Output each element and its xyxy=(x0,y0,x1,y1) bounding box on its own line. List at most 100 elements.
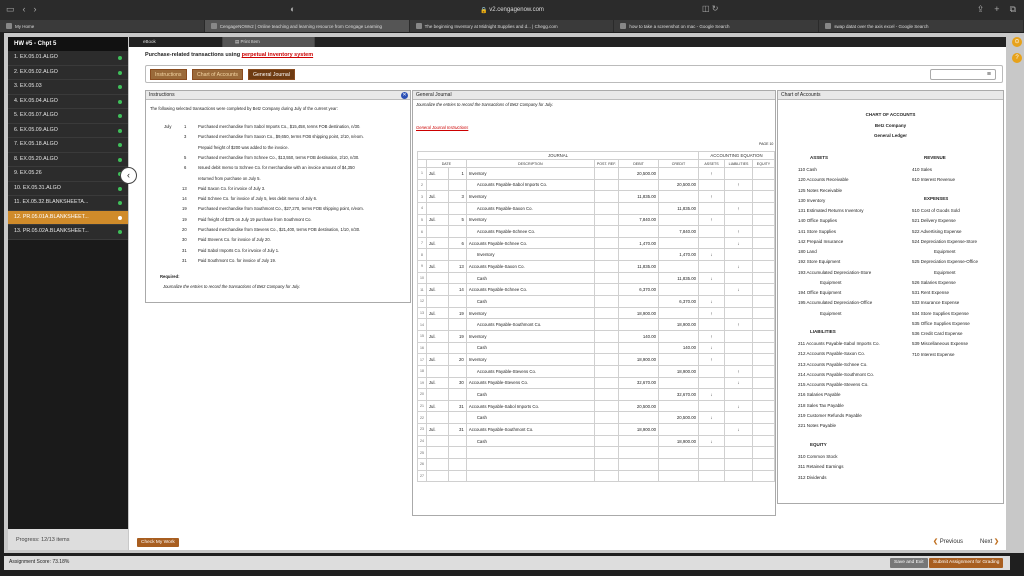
credit-amount[interactable]: 1,470.00 xyxy=(658,248,699,262)
tabs-overview-icon[interactable]: ⧉ xyxy=(1010,4,1016,15)
sidebar-item[interactable]: 3. EX.05.03 xyxy=(8,80,128,95)
liabilities-arrow[interactable]: ↑ xyxy=(724,201,753,215)
credit-amount[interactable]: 140.00 xyxy=(658,341,699,355)
credit-amount[interactable] xyxy=(658,213,699,227)
credit-amount[interactable]: 11,835.00 xyxy=(658,271,699,285)
assets-arrow[interactable]: ↑ xyxy=(698,167,725,180)
assets-arrow[interactable]: ↑ xyxy=(698,190,725,203)
equity-arrow[interactable] xyxy=(752,423,775,436)
debit-amount[interactable]: 18,900.00 xyxy=(618,423,659,436)
date-month[interactable] xyxy=(425,341,449,355)
date-day[interactable]: 19 xyxy=(447,306,467,320)
assets-arrow[interactable]: ↓ xyxy=(698,388,725,401)
debit-amount[interactable]: 11,835.00 xyxy=(618,260,659,273)
url-bar[interactable]: ▭ ‹ › ◐ 🔒 v2.cengagenow.com ◫ ↻ ⇪ + ⧉ xyxy=(0,0,1024,20)
equity-arrow[interactable] xyxy=(752,190,775,203)
account-description[interactable] xyxy=(465,469,595,483)
url-text[interactable]: v2.cengagenow.com xyxy=(489,7,544,13)
equity-arrow[interactable] xyxy=(752,167,775,180)
liabilities-arrow[interactable]: ↑ xyxy=(724,178,753,192)
date-day[interactable] xyxy=(447,388,467,401)
date-day[interactable] xyxy=(447,458,467,471)
liabilities-arrow[interactable]: ↑ xyxy=(724,364,753,378)
debit-amount[interactable]: 1,470.00 xyxy=(618,236,659,250)
post-ref[interactable] xyxy=(593,423,620,436)
layout-switcher[interactable]: ≡ xyxy=(930,69,996,80)
sidebar-item[interactable]: 13. PR.05.02A.BLANKSHEET... xyxy=(8,225,128,240)
credit-amount[interactable] xyxy=(658,376,699,390)
assets-arrow[interactable] xyxy=(698,260,725,273)
date-month[interactable] xyxy=(425,458,449,471)
assets-arrow[interactable] xyxy=(698,283,725,297)
back-icon[interactable]: ‹ xyxy=(23,4,26,15)
date-day[interactable] xyxy=(447,248,467,262)
assets-arrow[interactable] xyxy=(698,423,725,436)
post-ref[interactable] xyxy=(593,376,620,390)
liabilities-arrow[interactable] xyxy=(724,271,753,285)
liabilities-arrow[interactable]: ↓ xyxy=(724,376,753,390)
assets-arrow[interactable]: ↓ xyxy=(698,248,725,262)
debit-amount[interactable] xyxy=(618,295,659,308)
liabilities-arrow[interactable]: ↓ xyxy=(724,260,753,273)
post-ref[interactable] xyxy=(593,167,620,180)
debit-amount[interactable] xyxy=(618,248,659,262)
assets-arrow[interactable]: ↑ xyxy=(698,306,725,320)
date-day[interactable] xyxy=(447,318,467,331)
date-month[interactable]: Jul. xyxy=(425,213,449,227)
assets-arrow[interactable] xyxy=(698,469,725,483)
date-day[interactable]: 31 xyxy=(447,423,467,436)
equity-arrow[interactable] xyxy=(752,248,775,262)
date-month[interactable]: Jul. xyxy=(425,167,449,180)
debit-amount[interactable] xyxy=(618,364,659,378)
sidebar-item[interactable]: 11. EX.05.32.BLANKSHEETA... xyxy=(8,196,128,211)
equity-arrow[interactable] xyxy=(752,399,775,413)
post-ref[interactable] xyxy=(593,178,620,192)
extension-icon[interactable]: ⊙ xyxy=(1012,37,1022,47)
liabilities-arrow[interactable] xyxy=(724,469,753,483)
sidebar-item[interactable]: 8. EX.05.20.ALGO xyxy=(8,152,128,167)
post-ref[interactable] xyxy=(593,329,620,343)
credit-amount[interactable] xyxy=(658,458,699,471)
date-day[interactable]: 20 xyxy=(447,353,467,366)
date-day[interactable] xyxy=(447,271,467,285)
date-month[interactable] xyxy=(425,446,449,460)
liabilities-arrow[interactable] xyxy=(724,446,753,460)
forward-icon[interactable]: › xyxy=(34,4,37,15)
credit-amount[interactable]: 18,900.00 xyxy=(658,434,699,448)
debit-amount[interactable]: 32,670.00 xyxy=(618,376,659,390)
liabilities-arrow[interactable] xyxy=(724,295,753,308)
account-description[interactable]: Accounts Payable-Southmont Co. xyxy=(465,318,595,331)
date-month[interactable]: Jul. xyxy=(425,306,449,320)
assets-arrow[interactable]: ↓ xyxy=(698,271,725,285)
date-month[interactable]: Jul. xyxy=(425,329,449,343)
account-description[interactable]: Cash xyxy=(465,271,595,285)
credit-amount[interactable] xyxy=(658,260,699,273)
assets-arrow[interactable] xyxy=(698,458,725,471)
date-day[interactable] xyxy=(447,434,467,448)
close-icon[interactable]: ✕ xyxy=(401,92,408,99)
assets-arrow[interactable]: ↓ xyxy=(698,434,725,448)
date-month[interactable]: Jul. xyxy=(425,236,449,250)
account-description[interactable]: Accounts Payable-Sabol Imports Co. xyxy=(465,178,595,192)
credit-amount[interactable]: 7,840.00 xyxy=(658,225,699,238)
date-month[interactable] xyxy=(425,225,449,238)
post-ref[interactable] xyxy=(593,388,620,401)
post-ref[interactable] xyxy=(593,399,620,413)
post-ref[interactable] xyxy=(593,318,620,331)
sidebar-toggle-icon[interactable]: ▭ xyxy=(6,4,15,15)
assets-arrow[interactable] xyxy=(698,225,725,238)
reader-icon[interactable]: ◫ ↻ xyxy=(702,4,718,13)
liabilities-arrow[interactable]: ↓ xyxy=(724,283,753,297)
sidebar-item[interactable]: 1. EX.05.01.ALGO xyxy=(8,51,128,66)
menu-icon[interactable]: ≡ xyxy=(987,71,991,78)
date-month[interactable]: Jul. xyxy=(425,283,449,297)
debit-amount[interactable] xyxy=(618,225,659,238)
debit-amount[interactable] xyxy=(618,271,659,285)
debit-amount[interactable]: 6,370.00 xyxy=(618,283,659,297)
equity-arrow[interactable] xyxy=(752,236,775,250)
debit-amount[interactable] xyxy=(618,434,659,448)
sidebar-item[interactable]: 2. EX.05.02.ALGO xyxy=(8,65,128,80)
general-journal-pill[interactable]: General Journal xyxy=(248,69,295,80)
date-month[interactable] xyxy=(425,469,449,483)
date-day[interactable] xyxy=(447,469,467,483)
